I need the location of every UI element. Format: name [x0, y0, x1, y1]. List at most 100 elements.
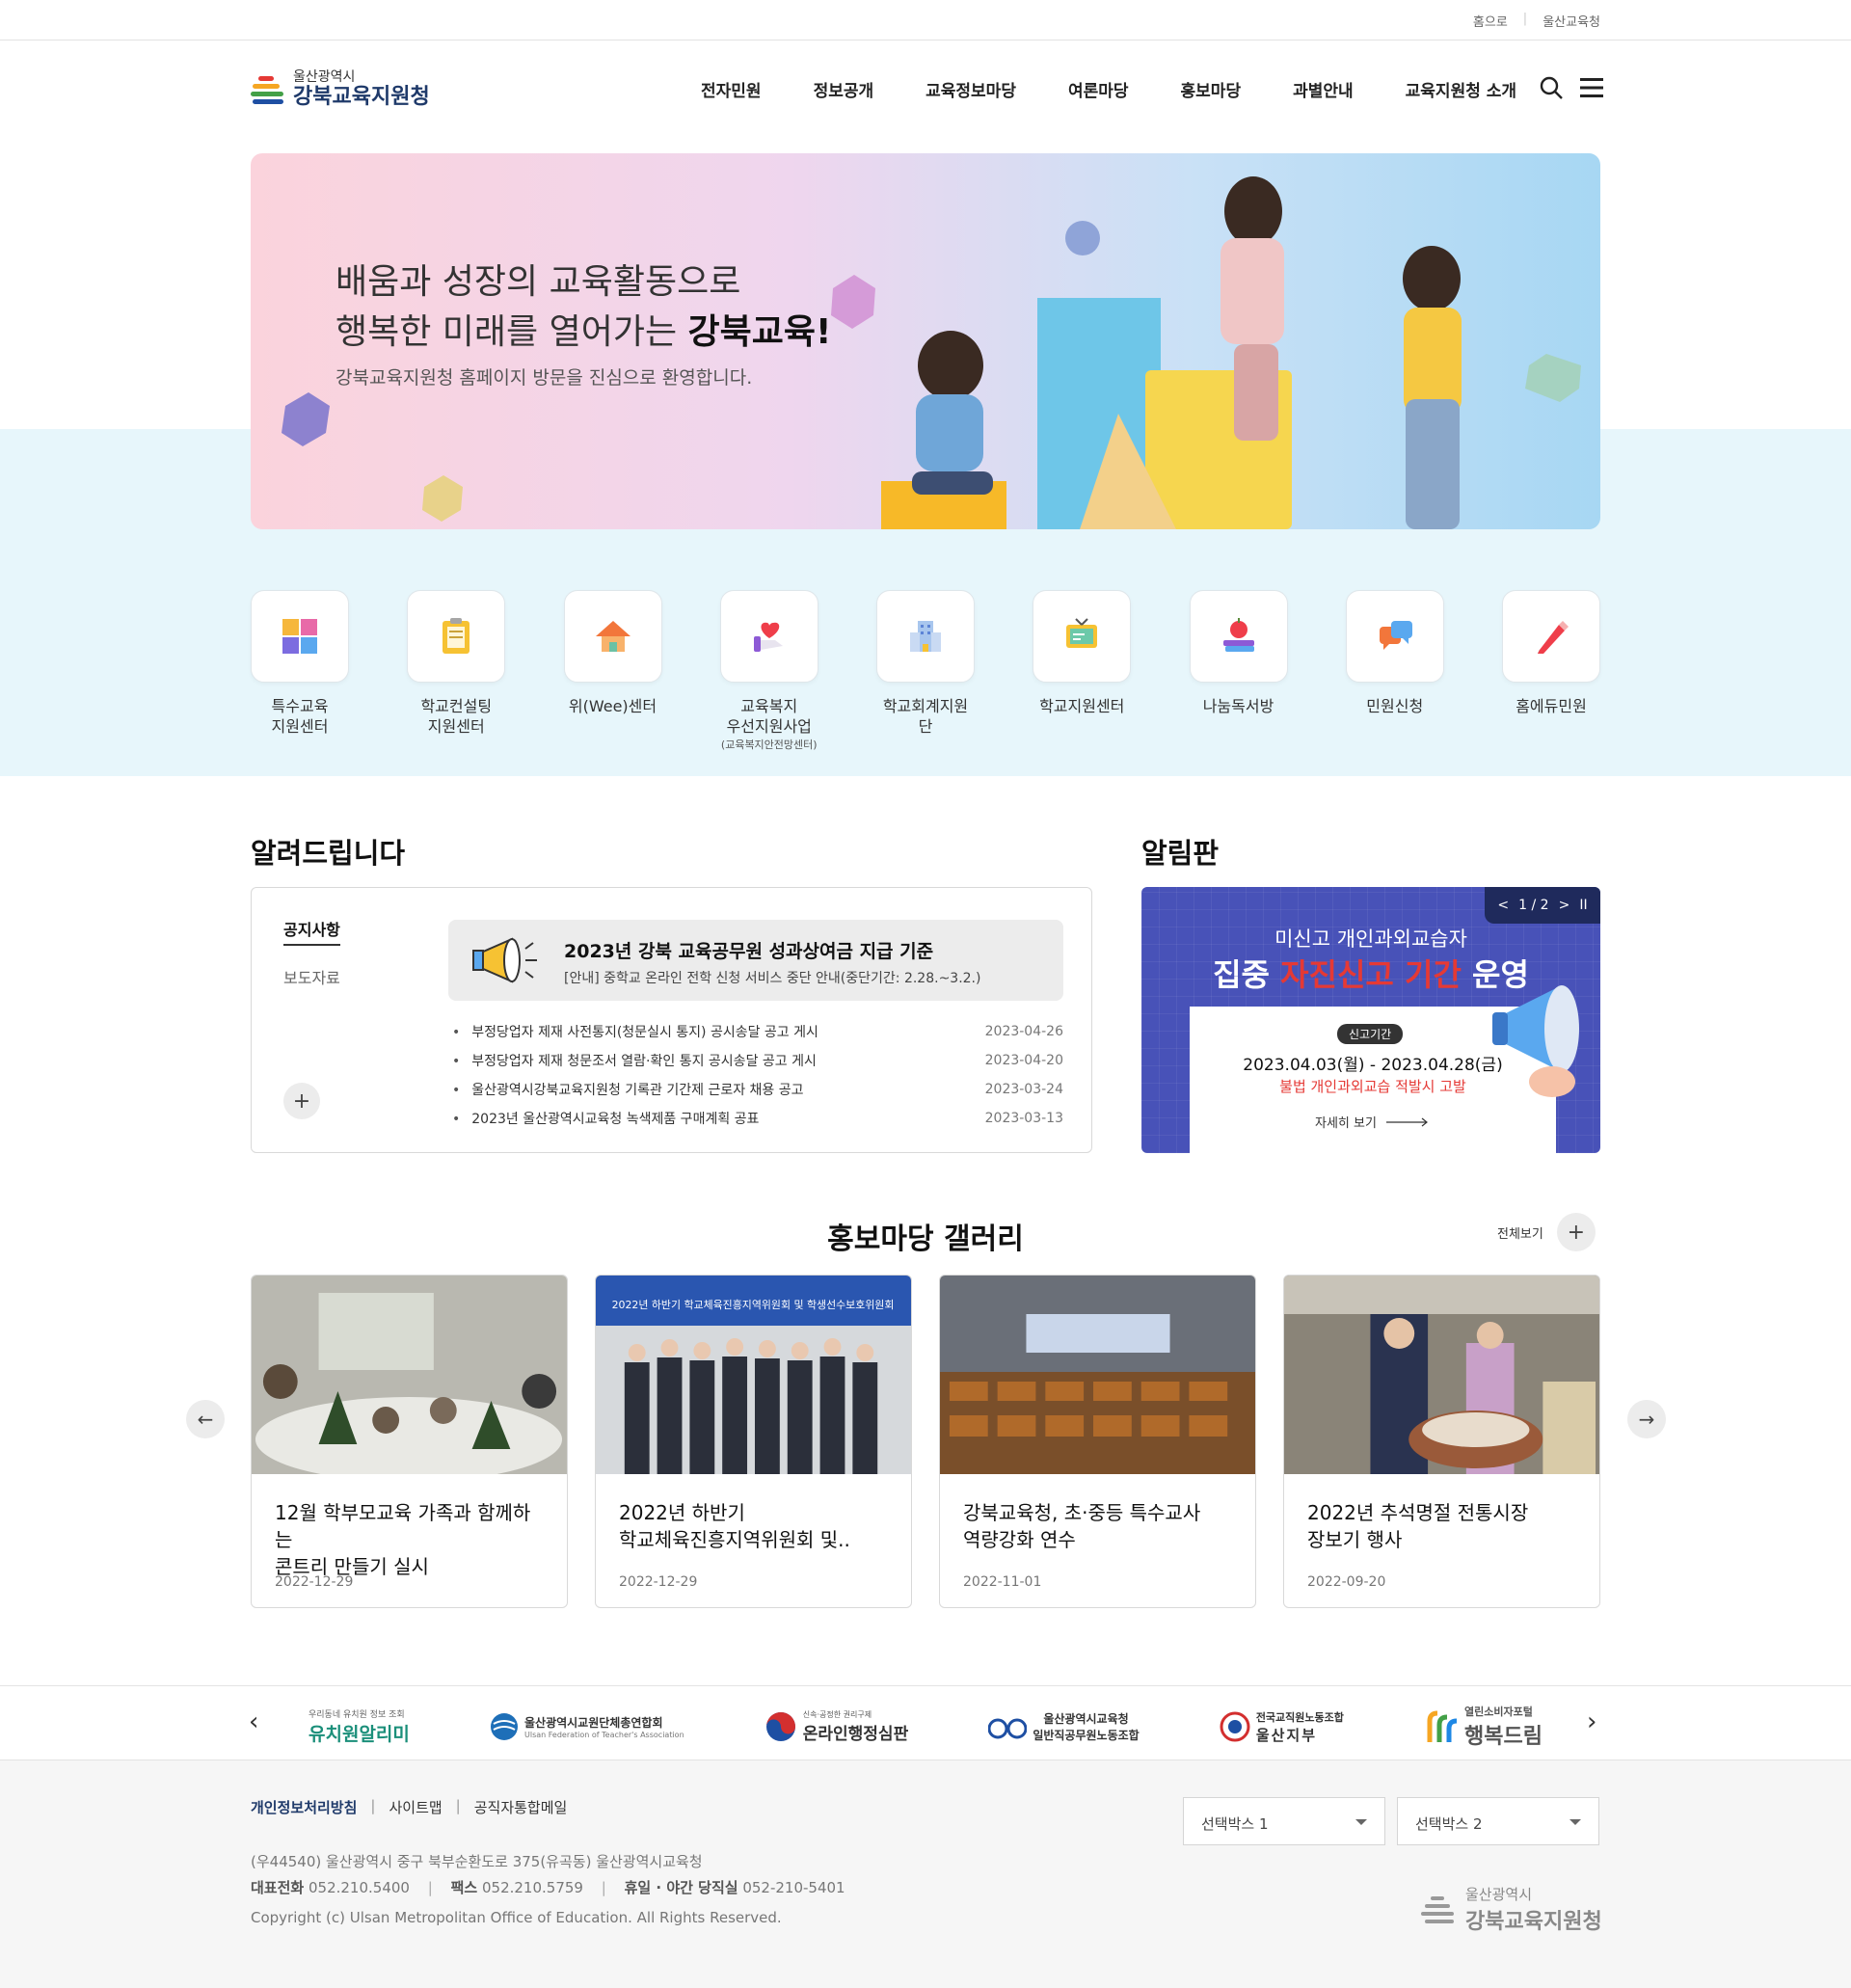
- divider: |: [455, 1797, 461, 1814]
- gallery-card-date: 2022-09-20: [1307, 1574, 1386, 1590]
- nav-item-opinion[interactable]: 여론마당: [1042, 77, 1155, 101]
- list-item[interactable]: 2023년 울산광역시교육청 녹색제품 구매계획 공표 2023-03-13: [452, 1104, 1063, 1133]
- quick-item-special-edu[interactable]: 특수교육 지원센터: [251, 590, 349, 752]
- notice-highlight[interactable]: 2023년 강북 교육공무원 성과상여금 지급 기준 [안내] 중학교 온라인 …: [448, 920, 1063, 1001]
- gallery-photo-market: [1284, 1276, 1599, 1474]
- partner-teachers-union[interactable]: 전국교직원노동조합 울산지부: [1220, 1709, 1344, 1745]
- house-icon: [595, 621, 630, 652]
- select-box-1[interactable]: 선택박스 1: [1183, 1797, 1385, 1845]
- top-links: 홈으로 | 울산교육청: [1473, 12, 1600, 30]
- privacy-policy-link[interactable]: 개인정보처리방침: [251, 1797, 357, 1817]
- clipboard-icon: [443, 618, 470, 654]
- notice-item-title: 부정당업자 제재 청문조서 열람·확인 통지 공시송달 공고 게시: [452, 1051, 817, 1070]
- alim-line2-b: 자진신고 기간: [1280, 956, 1462, 993]
- partner-online-appeal[interactable]: 신속·공정한 권리구제온라인행정심판: [765, 1709, 908, 1744]
- gallery-prev-button[interactable]: ←: [186, 1400, 225, 1438]
- home-link[interactable]: 홈으로: [1473, 12, 1508, 30]
- wave-logo-icon: [490, 1713, 518, 1740]
- search-icon[interactable]: [1539, 75, 1564, 100]
- list-item[interactable]: 울산광역시강북교육지원청 기록관 기간제 근로자 채용 공고 2023-03-24: [452, 1075, 1063, 1104]
- partner-big: 온라인행정심판: [802, 1725, 909, 1744]
- next-icon[interactable]: >: [1559, 898, 1570, 913]
- partner-teachers-federation[interactable]: 울산광역시교원단체총연합회 Ulsan Federation of Teacher…: [490, 1712, 684, 1741]
- partner-big: 울산광역시교원단체총연합회: [523, 1716, 663, 1730]
- quick-item-civil-request[interactable]: 민원신청: [1345, 590, 1444, 752]
- quick-label: 학교지원센터: [1039, 697, 1125, 715]
- quick-item-school-support[interactable]: 학교지원센터: [1033, 590, 1132, 752]
- prev-icon[interactable]: <: [1497, 898, 1509, 913]
- quick-item-consulting[interactable]: 학교컨설팅 지원센터: [407, 590, 506, 752]
- alim-board-slide[interactable]: < 1 / 2 > II 미신고 개인과외교습자 집중 자진신고 기간 운영 신…: [1141, 887, 1600, 1153]
- gallery-card[interactable]: 강북교육청, 초·중등 특수교사 역량강화 연수 2022-11-01: [939, 1275, 1256, 1608]
- logo-mark-icon: [1421, 1895, 1454, 1923]
- tab-notice[interactable]: 공지사항: [283, 917, 340, 946]
- tab-press[interactable]: 보도자료: [283, 965, 340, 988]
- taegeuk-logo-icon: [765, 1712, 795, 1741]
- quick-item-wee[interactable]: 위(Wee)센터: [563, 590, 662, 752]
- fax-label: 팩스: [450, 1879, 478, 1896]
- notice-item-date: 2023-04-20: [984, 1053, 1063, 1068]
- partner-happy-dream[interactable]: 열린소비자포털행복드림: [1424, 1704, 1542, 1750]
- nav-item-about[interactable]: 교육지원청 소개: [1380, 77, 1542, 101]
- alim-more-link[interactable]: 자세히 보기: [1315, 1113, 1431, 1131]
- logo-name: 강북교육지원청: [293, 85, 430, 109]
- site-logo[interactable]: 울산광역시 강북교육지원청: [251, 69, 430, 110]
- quick-label: 위(Wee)센터: [568, 697, 657, 715]
- nav-item-info[interactable]: 정보공개: [788, 77, 900, 101]
- partner-small: 울산광역시교육청: [1043, 1712, 1129, 1726]
- puzzle-icon: [282, 619, 317, 654]
- happydream-logo-icon: [1427, 1710, 1458, 1742]
- gallery-photo-committee: 2022년 하반기 학교체육진흥지역위원회 및 학생선수보호위원회: [596, 1276, 911, 1474]
- chevron-left-icon[interactable]: ‹: [249, 1707, 258, 1736]
- hero-banner: 배움과 성장의 교육활동으로 행복한 미래를 열어가는 강북교육! 강북교육지원…: [251, 153, 1600, 529]
- partner-small: 열린소비자포털: [1464, 1706, 1533, 1718]
- partner-banner-bar: ‹ › 우리동네 유치원 정보 조회 유치원알리미 울산광역시교원단체총연합회 Ul…: [0, 1685, 1851, 1760]
- union-logo-icon: [988, 1718, 1028, 1739]
- select-box-2[interactable]: 선택박스 2: [1397, 1797, 1599, 1845]
- partner-civil-union[interactable]: 울산광역시교육청 일반직공무원노동조합: [988, 1710, 1140, 1743]
- partner-small: 신속·공정한 권리구제: [802, 1710, 872, 1719]
- gallery-view-all[interactable]: 전체보기 +: [1497, 1213, 1596, 1251]
- gallery-card[interactable]: 2022년 추석명절 전통시장 장보기 행사 2022-09-20: [1283, 1275, 1600, 1608]
- list-item[interactable]: 부정당업자 제재 청문조서 열람·확인 통지 공시송달 공고 게시 2023-04…: [452, 1046, 1063, 1075]
- notice-title: 알려드립니다: [251, 837, 406, 870]
- pause-icon[interactable]: II: [1579, 898, 1587, 913]
- nav-item-dept[interactable]: 과별안내: [1267, 77, 1380, 101]
- gallery-card[interactable]: 12월 학부모교육 가족과 함께하는 콘트리 만들기 실시 2022-12-29: [251, 1275, 568, 1608]
- partner-big: 행복드림: [1464, 1725, 1542, 1749]
- partner-small: 우리동네 유치원 정보 조회: [308, 1710, 405, 1720]
- alim-pager: < 1 / 2 > II: [1485, 887, 1600, 924]
- nav-item-civil[interactable]: 전자민원: [675, 77, 788, 101]
- gallery-card[interactable]: 2022년 하반기 학교체육진흥지역위원회 및 학생선수보호위원회 2022년 …: [595, 1275, 912, 1608]
- night-value: 052-210-5401: [742, 1879, 845, 1896]
- quick-sublabel: (교육복지안전망센터): [720, 739, 818, 751]
- gallery-card-title: 2022년 하반기 학교체육진흥지역위원회 및..: [619, 1501, 850, 1551]
- nav-item-edu-info[interactable]: 교육정보마당: [899, 77, 1042, 101]
- quick-item-accounting[interactable]: 학교회계지원단: [876, 590, 975, 752]
- building-icon: [910, 621, 941, 652]
- gallery-next-button[interactable]: →: [1627, 1400, 1666, 1438]
- ulsan-office-link[interactable]: 울산교육청: [1542, 12, 1600, 30]
- notice-more-button[interactable]: +: [283, 1083, 320, 1119]
- chevron-right-icon[interactable]: ›: [1587, 1707, 1596, 1736]
- tel-label: 대표전화: [251, 1879, 305, 1896]
- quick-item-welfare[interactable]: 교육복지 우선지원사업 (교육복지안전망센터): [719, 590, 818, 752]
- partner-kindergarten[interactable]: 우리동네 유치원 정보 조회 유치원알리미: [308, 1707, 410, 1746]
- photo-banner-text: 2022년 하반기 학교체육진흥지역위원회 및 학생선수보호위원회: [612, 1298, 895, 1311]
- official-mail-link[interactable]: 공직자통합메일: [474, 1797, 568, 1817]
- plus-icon: +: [1556, 1213, 1596, 1251]
- book-apple-icon: [1222, 618, 1254, 652]
- megaphone-icon: [1492, 985, 1579, 1097]
- list-item[interactable]: 부정당업자 제재 사전통지(청문실시 통지) 공시송달 공고 게시 2023-04…: [452, 1017, 1063, 1046]
- menu-icon[interactable]: [1579, 75, 1604, 100]
- notice-item-title: 2023년 울산광역시교육청 녹색제품 구매계획 공표: [452, 1109, 759, 1128]
- night-label: 휴일 · 야간 당직실: [624, 1879, 738, 1896]
- quick-item-home-edu[interactable]: 홈에듀민원: [1502, 590, 1600, 752]
- footer-logo-city: 울산광역시: [1465, 1886, 1533, 1903]
- notice-item-title: 울산광역시강북교육지원청 기록관 기간제 근로자 채용 공고: [452, 1080, 803, 1099]
- quick-item-reading-room[interactable]: 나눔독서방: [1189, 590, 1288, 752]
- sitemap-link[interactable]: 사이트맵: [389, 1797, 442, 1817]
- top-utility-bar: 홈으로 | 울산교육청: [0, 0, 1851, 40]
- nav-item-pr[interactable]: 홍보마당: [1155, 77, 1268, 101]
- hero-illustration: [282, 176, 1581, 529]
